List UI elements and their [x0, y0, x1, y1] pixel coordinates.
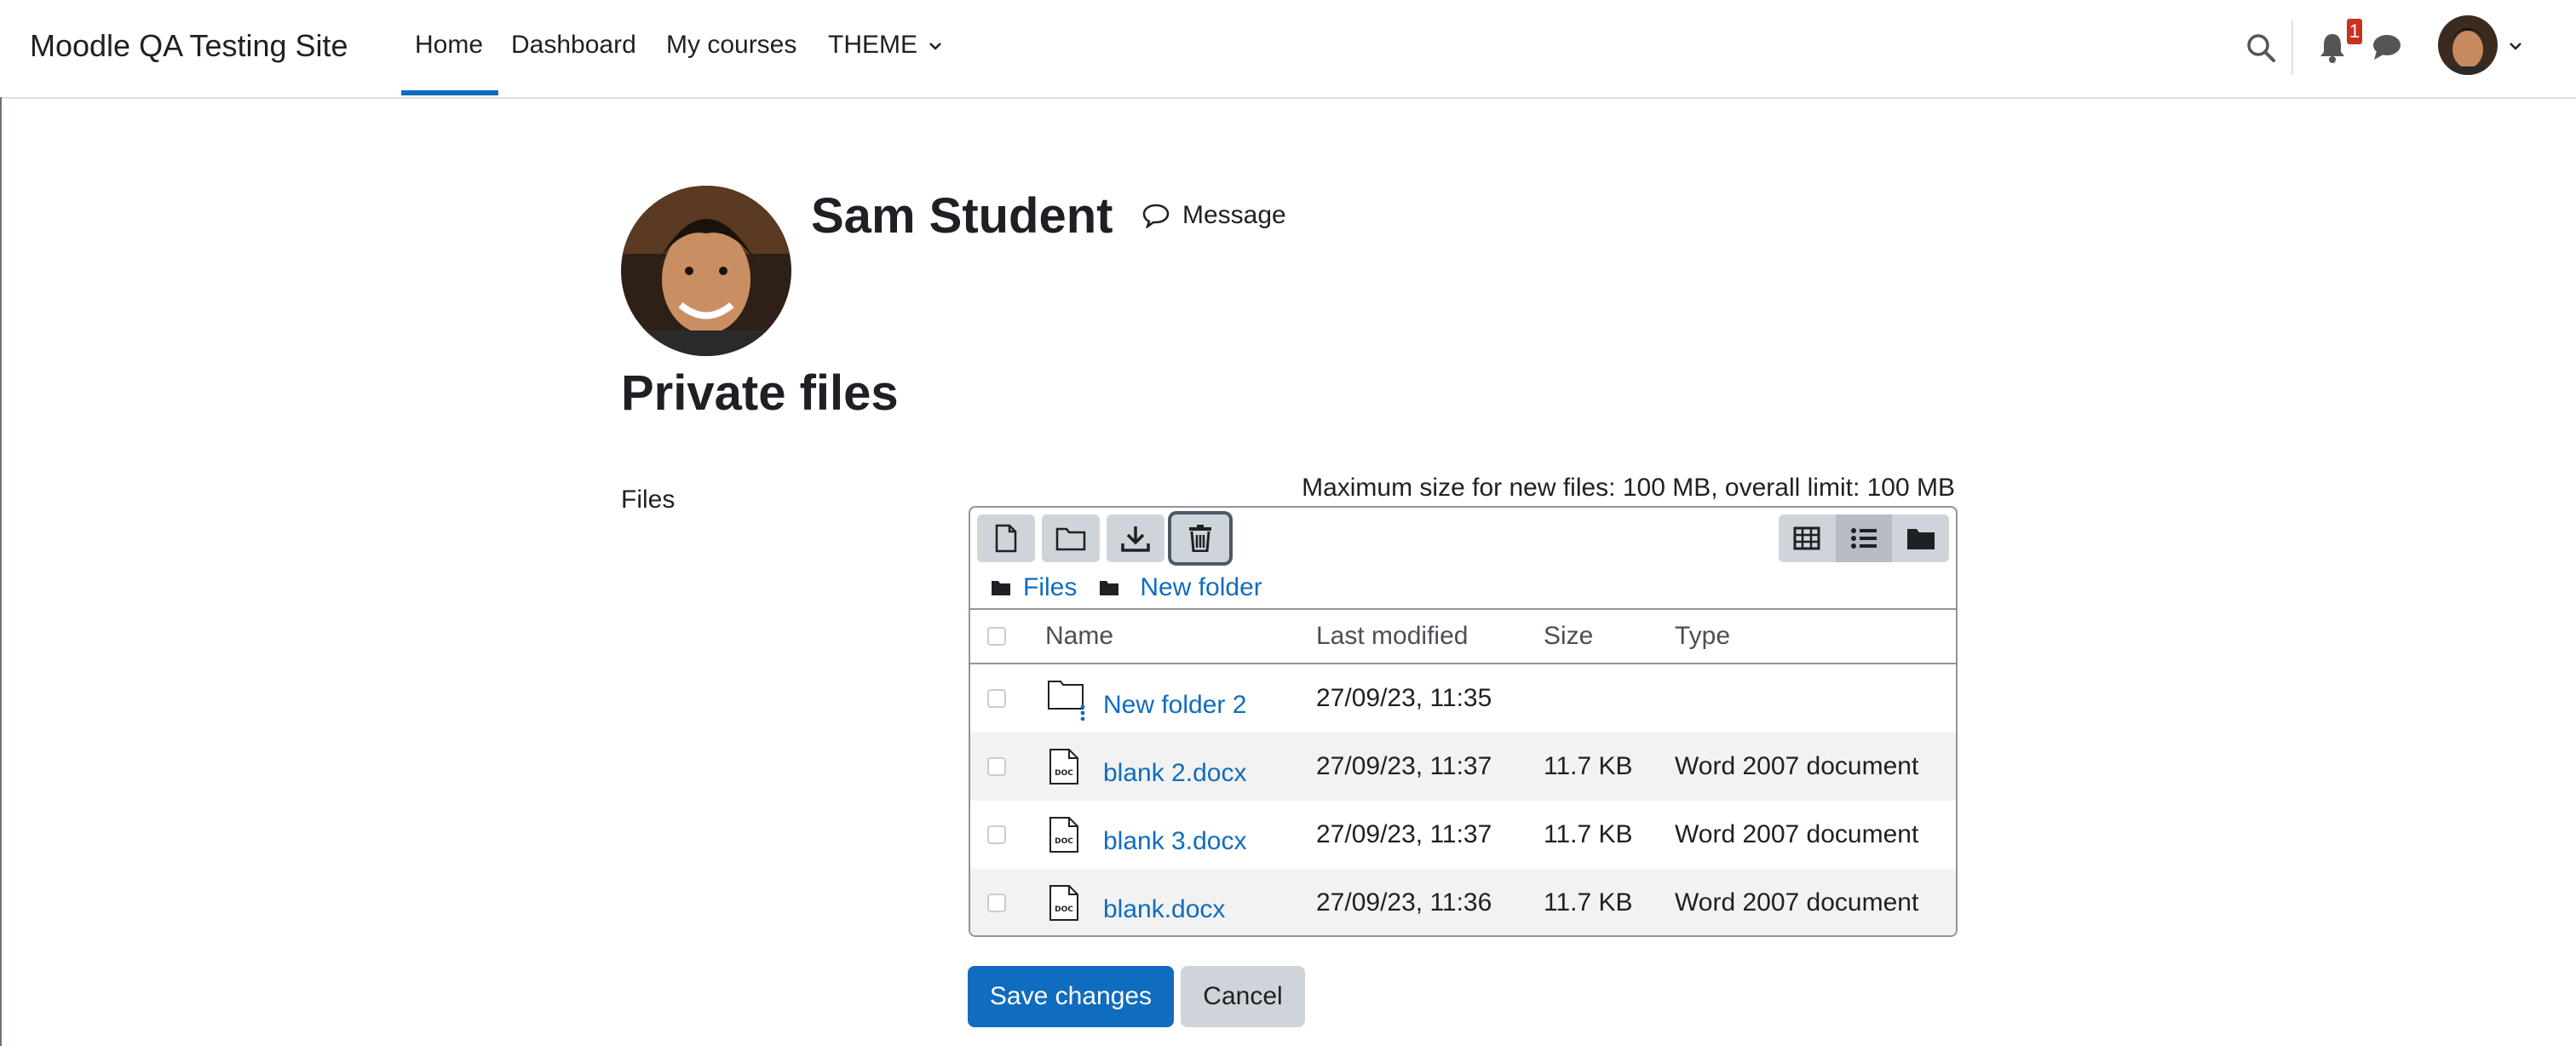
file-size: 11.7 KB — [1544, 888, 1633, 917]
file-name[interactable]: blank 2.docx — [1103, 759, 1246, 788]
file-modified: 27/09/23, 11:35 — [1316, 684, 1492, 712]
nav-theme[interactable]: THEME — [828, 31, 943, 60]
file-modified: 27/09/23, 11:37 — [1316, 752, 1492, 780]
grid-icon — [1793, 526, 1820, 550]
column-modified[interactable]: Last modified — [1316, 622, 1468, 651]
nav-divider — [2291, 20, 2293, 75]
add-file-button[interactable] — [977, 514, 1035, 562]
chevron-down-icon[interactable] — [2508, 41, 2523, 51]
select-all-checkbox[interactable] — [987, 627, 1006, 646]
bell-icon[interactable] — [2317, 31, 2348, 63]
folder-icon — [1055, 527, 1086, 551]
file-manager: Files New folder Name Last modified Size… — [969, 506, 1958, 937]
cancel-button[interactable]: Cancel — [1181, 966, 1305, 1027]
breadcrumb: Files New folder — [991, 571, 1262, 605]
message-label: Message — [1182, 201, 1286, 229]
column-name[interactable]: Name — [1045, 622, 1113, 651]
view-list-button[interactable] — [1835, 514, 1893, 562]
active-nav-indicator — [401, 90, 498, 95]
profile-picture — [621, 186, 791, 356]
nav-dashboard[interactable]: Dashboard — [511, 31, 636, 60]
profile-name: Sam Student — [811, 188, 1113, 244]
folder-icon — [992, 581, 1010, 595]
row-checkbox[interactable] — [987, 757, 1006, 776]
doc-icon: DOC — [1049, 749, 1078, 784]
folder-icon — [1048, 681, 1085, 721]
search-icon[interactable] — [2245, 32, 2276, 63]
table-row[interactable]: New folder 2 27/09/23, 11:35 — [970, 664, 1956, 733]
breadcrumb-files[interactable]: Files — [1023, 573, 1077, 602]
file-modified: 27/09/23, 11:37 — [1316, 820, 1492, 848]
file-table: Name Last modified Size Type New folder … — [970, 608, 1956, 935]
file-name[interactable]: blank.docx — [1103, 895, 1225, 924]
nav-theme-label: THEME — [828, 31, 917, 59]
file-type: Word 2007 document — [1675, 888, 1919, 917]
page-title: Private files — [621, 365, 899, 421]
chat-icon[interactable] — [2372, 32, 2402, 61]
svg-text:DOC: DOC — [1055, 769, 1073, 778]
user-avatar[interactable] — [2438, 15, 2498, 75]
row-checkbox[interactable] — [987, 689, 1006, 708]
table-row[interactable]: DOC blank.docx 27/09/23, 11:36 11.7 KB W… — [970, 869, 1956, 935]
site-name[interactable]: Moodle QA Testing Site — [30, 28, 348, 64]
notification-badge: 1 — [2347, 19, 2362, 44]
save-changes-button[interactable]: Save changes — [968, 966, 1174, 1027]
create-folder-button[interactable] — [1042, 514, 1100, 562]
file-type: Word 2007 document — [1675, 820, 1919, 848]
folder-icon — [1100, 581, 1119, 595]
top-navbar: Moodle QA Testing Site Home Dashboard My… — [0, 0, 2576, 99]
row-checkbox[interactable] — [987, 825, 1006, 844]
svg-text:DOC: DOC — [1055, 905, 1073, 914]
view-switcher — [1779, 514, 1949, 562]
breadcrumb-new-folder[interactable]: New folder — [1140, 573, 1262, 602]
file-modified: 27/09/23, 11:36 — [1316, 888, 1492, 917]
left-edge-border — [0, 97, 2, 1046]
nav-home[interactable]: Home — [415, 31, 483, 60]
list-icon — [1851, 528, 1877, 549]
file-size: 11.7 KB — [1544, 820, 1633, 848]
column-size[interactable]: Size — [1544, 622, 1593, 651]
table-row[interactable]: DOC blank 2.docx 27/09/23, 11:37 11.7 KB… — [970, 733, 1956, 801]
folder-icon — [1906, 529, 1935, 549]
view-icons-button[interactable] — [1779, 514, 1836, 562]
row-checkbox[interactable] — [987, 894, 1006, 912]
delete-button[interactable] — [1171, 514, 1229, 562]
chevron-down-icon — [929, 43, 942, 50]
nav-my-courses[interactable]: My courses — [666, 31, 796, 60]
svg-text:DOC: DOC — [1055, 837, 1073, 846]
trash-icon — [1189, 525, 1211, 552]
files-field-label: Files — [621, 486, 676, 514]
doc-icon: DOC — [1049, 885, 1078, 921]
table-header: Name Last modified Size Type — [970, 608, 1956, 664]
file-icon — [995, 524, 1017, 553]
download-icon — [1121, 526, 1150, 552]
chat-bubble-icon — [1142, 204, 1170, 228]
table-row[interactable]: DOC blank 3.docx 27/09/23, 11:37 11.7 KB… — [970, 801, 1956, 869]
view-tree-button[interactable] — [1892, 514, 1949, 562]
column-type[interactable]: Type — [1675, 622, 1730, 651]
doc-icon: DOC — [1049, 817, 1078, 853]
file-name[interactable]: blank 3.docx — [1103, 827, 1246, 856]
download-button[interactable] — [1107, 514, 1164, 562]
file-type: Word 2007 document — [1675, 752, 1919, 780]
file-size: 11.7 KB — [1544, 752, 1633, 780]
file-name[interactable]: New folder 2 — [1103, 691, 1246, 720]
message-button[interactable]: Message — [1141, 201, 1286, 230]
max-size-info: Maximum size for new files: 100 MB, over… — [1302, 474, 1955, 502]
